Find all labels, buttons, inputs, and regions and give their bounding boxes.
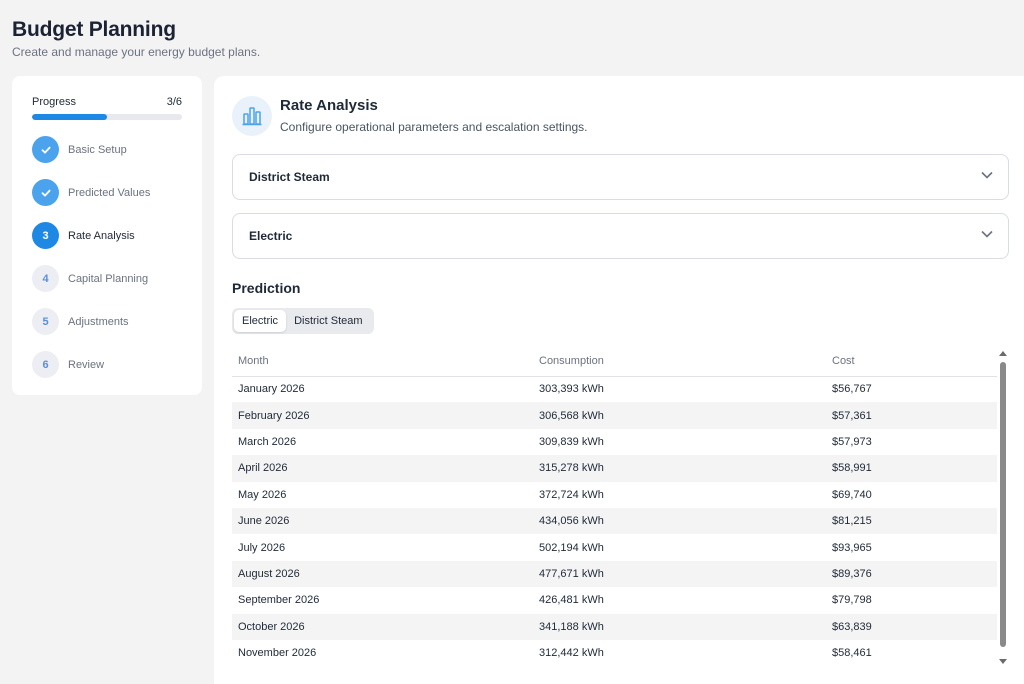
page-title: Budget Planning [12,18,176,41]
consumption-cell: 303,393 kWh [539,383,604,396]
scroll-up-arrow-icon[interactable] [999,351,1007,356]
page-subtitle: Create and manage your energy budget pla… [12,45,261,59]
table-row: March 2026 309,839 kWh $57,973 [232,429,997,455]
consumption-cell: 315,278 kWh [533,455,826,482]
consumption-cell: 477,671 kWh [533,560,826,588]
table-row: February 2026 306,568 kWh $57,361 [232,402,997,429]
step-number: 5 [32,308,59,335]
month-cell: May 2026 [238,488,287,501]
month-cell: April 2026 [232,455,533,482]
chevron-down-icon [980,168,994,187]
scrollbar-thumb[interactable] [1000,362,1006,647]
table-row: August 2026 477,671 kWh $89,376 [232,560,997,588]
cost-cell: $58,991 [826,455,997,482]
table-scrollbar[interactable] [997,346,1009,666]
consumption-cell: 312,442 kWh [539,647,604,660]
table-row: April 2026 315,278 kWh $58,991 [232,455,997,482]
month-cell: February 2026 [232,402,533,429]
bar-chart-icon [232,96,272,136]
consumption-cell: 372,724 kWh [539,488,604,501]
step-label: Adjustments [68,315,129,328]
consumption-cell: 309,839 kWh [539,435,604,448]
table-row: September 2026 426,481 kWh $79,798 [232,587,997,613]
progress-label: Progress [32,96,77,108]
cost-cell: $89,376 [826,560,997,588]
table-row: January 2026 303,393 kWh $56,767 [232,376,997,402]
prediction-table: Month Consumption Cost January 2026 303,3… [232,346,997,666]
consumption-cell: 502,194 kWh [539,541,604,554]
chevron-down-icon [980,227,994,246]
column-header-cost: Cost [826,346,997,377]
step-number: 3 [32,222,59,249]
table-row: May 2026 372,724 kWh $69,740 [232,482,997,508]
month-cell: March 2026 [238,435,297,448]
cost-cell: $57,361 [826,402,997,429]
step-item[interactable]: 3 Rate Analysis [32,214,182,257]
accordion-electric[interactable]: Electric [232,213,1009,259]
tab-district-steam[interactable]: District Steam [286,310,371,332]
step-item[interactable]: 5 Adjustments [32,300,182,343]
step-label: Basic Setup [68,143,127,156]
section-header: Rate Analysis Configure operational para… [232,96,1009,136]
step-label: Capital Planning [68,272,149,285]
prediction-tabs: Electric District Steam [232,308,374,334]
column-header-month: Month [232,346,533,377]
step-item[interactable]: 4 Capital Planning [32,257,182,300]
consumption-cell: 306,568 kWh [533,402,826,429]
progress-header: Progress 3/6 [32,96,182,108]
cost-cell: $57,973 [832,435,872,448]
scroll-down-arrow-icon[interactable] [999,659,1007,664]
cost-cell: $63,839 [826,613,997,640]
page-header: Budget Planning Create and manage your e… [12,18,260,59]
check-icon [32,136,59,163]
column-header-consumption: Consumption [533,346,826,377]
consumption-cell: 434,056 kWh [533,507,826,535]
step-item[interactable]: Predicted Values [32,171,182,214]
progress-count: 3/6 [166,96,182,108]
month-cell: August 2026 [232,560,533,588]
prediction-title: Prediction [232,280,301,296]
cost-cell: $69,740 [832,488,872,501]
section-title: Rate Analysis [280,97,378,114]
step-item[interactable]: 6 Review [32,343,182,386]
prediction-table-container: Month Consumption Cost January 2026 303,3… [232,346,1009,666]
step-label: Review [68,358,105,371]
check-icon [32,179,59,206]
cost-cell: $58,461 [832,647,872,660]
consumption-cell: 426,481 kWh [539,594,604,607]
month-cell: September 2026 [238,594,320,607]
step-list: Basic Setup Predicted Values 3 Rate Analysi… [32,128,182,386]
table-row: October 2026 341,188 kWh $63,839 [232,613,997,640]
table-header-row: Month Consumption Cost [232,346,997,377]
main-panel: Rate Analysis Configure operational para… [214,76,1024,684]
step-label: Rate Analysis [68,229,135,242]
table-row: July 2026 502,194 kWh $93,965 [232,534,997,560]
month-cell: July 2026 [238,541,286,554]
table-row: June 2026 434,056 kWh $81,215 [232,507,997,535]
month-cell: January 2026 [238,383,305,396]
cost-cell: $56,767 [832,383,872,396]
tab-electric[interactable]: Electric [234,310,287,332]
step-number: 4 [32,265,59,292]
step-label: Predicted Values [68,186,151,199]
section-description: Configure operational parameters and esc… [280,120,588,134]
progress-sidebar: Progress 3/6 Basic Setup Predicted Values… [12,76,202,395]
month-cell: October 2026 [232,613,533,640]
step-item[interactable]: Basic Setup [32,128,182,171]
progress-bar-fill [32,114,107,120]
table-row: November 2026 312,442 kWh $58,461 [232,640,997,666]
cost-cell: $93,965 [832,541,872,554]
month-cell: November 2026 [238,647,317,660]
accordion-label: Electric [249,229,293,243]
cost-cell: $81,215 [826,507,997,535]
month-cell: June 2026 [232,507,533,535]
accordion-label: District Steam [249,170,330,184]
progress-bar [32,114,182,120]
consumption-cell: 341,188 kWh [533,613,826,640]
cost-cell: $79,798 [832,594,872,607]
step-number: 6 [32,351,59,378]
accordion-district-steam[interactable]: District Steam [232,154,1009,200]
